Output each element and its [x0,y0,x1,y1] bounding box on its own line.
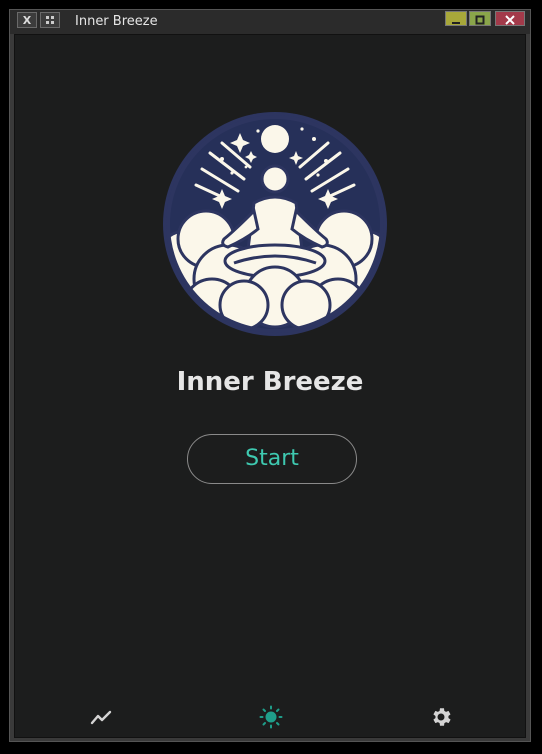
sun-icon [259,705,283,729]
minimize-icon [452,22,460,24]
home-nav-button[interactable] [259,705,283,729]
gear-icon [433,708,451,726]
close-icon [505,15,515,25]
svg-text:X: X [23,14,32,27]
chart-line-icon [90,710,112,725]
main-content: Inner Breeze Start [14,34,526,738]
title-bar[interactable]: X Inner Breeze [10,10,530,34]
app-window: X Inner Breeze Inner Breeze Start [9,9,531,742]
app-menu-icon[interactable]: X [17,12,37,28]
maximize-icon [475,15,485,25]
start-button[interactable]: Start [187,434,357,484]
maximize-button[interactable] [469,11,491,26]
app-name-heading: Inner Breeze [176,367,364,397]
window-menu-icon[interactable] [40,12,60,28]
settings-nav-button[interactable] [429,705,453,729]
meditation-logo [163,112,387,336]
window-title: Inner Breeze [75,14,158,29]
minimize-button[interactable] [445,11,467,26]
x-logo-icon: X [23,14,32,27]
close-button[interactable] [495,11,525,26]
stats-nav-button[interactable] [89,705,113,729]
